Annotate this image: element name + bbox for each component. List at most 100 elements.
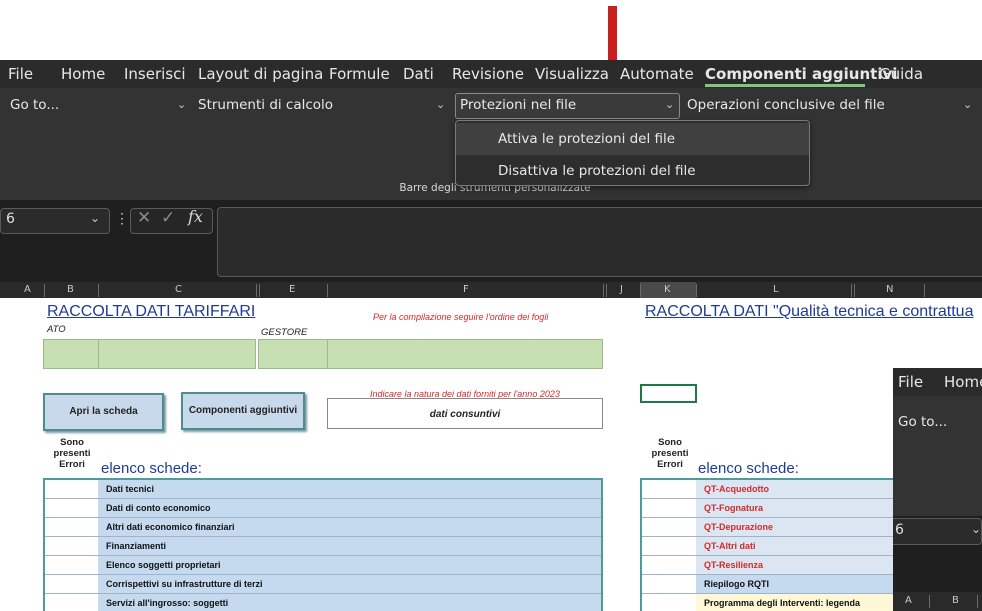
column-header-k[interactable]: K (664, 284, 671, 295)
selected-cell[interactable] (640, 384, 697, 403)
list-item-right[interactable]: Programma degli Interventi: legenda (696, 594, 893, 611)
column-separator[interactable] (696, 284, 697, 297)
error-cell[interactable] (45, 480, 98, 499)
error-cell[interactable] (642, 499, 696, 518)
dropdown-operazioni-conclusive[interactable]: Operazioni conclusive del file (687, 94, 885, 118)
error-cell[interactable] (45, 518, 98, 537)
menu-home[interactable]: Home (61, 65, 105, 83)
label-gestore: GESTORE (261, 327, 308, 338)
menu-componenti-aggiuntivi[interactable]: Componenti aggiuntivi (705, 65, 897, 83)
error-cell[interactable] (45, 556, 98, 575)
chevron-down-icon[interactable]: ⌄ (665, 94, 674, 116)
list-item-soggetti-proprietari[interactable]: Elenco soggetti proprietari (98, 556, 601, 575)
column-separator[interactable] (606, 284, 607, 297)
list-item-right[interactable]: QT-Depurazione (696, 518, 893, 537)
chevron-down-icon[interactable]: ⌄ (436, 94, 445, 116)
note-ordine-fogli: Per la compilazione seguire l'ordine dei… (373, 312, 549, 322)
chevron-down-icon[interactable]: ⌄ (177, 94, 186, 116)
column-separator[interactable] (256, 284, 257, 297)
column-separator[interactable] (977, 595, 978, 608)
error-cell[interactable] (45, 575, 98, 594)
menu-formule[interactable]: Formule (329, 65, 390, 83)
menu-automate[interactable]: Automate (620, 65, 694, 83)
menu-file[interactable]: File (8, 65, 33, 83)
dropdown-protezioni[interactable]: Protezioni nel file (460, 94, 576, 118)
componenti-aggiuntivi-button[interactable]: Componenti aggiuntivi (181, 392, 305, 430)
gestore-cell-f[interactable] (327, 339, 603, 369)
menu-layout[interactable]: Layout di pagina (198, 65, 323, 83)
column-header-a[interactable]: A (24, 284, 31, 295)
list-item-right[interactable]: QT-Fognatura (696, 499, 893, 518)
error-cell[interactable] (642, 518, 696, 537)
dropdown-strumenti-calcolo[interactable]: Strumenti di calcolo (198, 94, 333, 118)
column-separator[interactable] (640, 284, 641, 297)
column-header-c[interactable]: C (175, 284, 182, 295)
column-separator[interactable] (851, 284, 852, 297)
active-tab-underline (705, 84, 865, 87)
mini-menu-file[interactable]: File (898, 373, 923, 391)
ato-cell-c[interactable] (98, 339, 256, 369)
menu-option-attiva-protezioni[interactable]: Attiva le protezioni del file (456, 123, 809, 155)
column-separator[interactable] (924, 284, 925, 297)
list-item-conto-economico[interactable]: Dati di conto economico (98, 499, 601, 518)
elenco-schede-label: elenco schede: (101, 460, 202, 477)
column-header-j[interactable]: J (620, 284, 623, 295)
column-separator[interactable] (854, 284, 855, 297)
dropdown-goto[interactable]: Go to... (10, 94, 59, 118)
menu-visualizza[interactable]: Visualizza (535, 65, 609, 83)
column-separator[interactable] (327, 284, 328, 297)
error-cell[interactable] (642, 537, 696, 556)
apri-scheda-button[interactable]: Apri la scheda (43, 393, 164, 431)
list-item-servizi-ingrosso[interactable]: Servizi all'ingrosso: soggetti (98, 594, 601, 611)
natura-dati-cell[interactable]: dati consuntivi (327, 398, 603, 429)
menu-guida[interactable]: Guida (879, 65, 923, 83)
column-header-bar (0, 282, 982, 298)
error-cell[interactable] (642, 594, 696, 611)
chevron-down-icon[interactable]: ⌄ (971, 522, 981, 536)
check-icon[interactable]: ✓ (161, 208, 175, 228)
error-cell[interactable] (642, 575, 696, 594)
ato-cell-b[interactable] (43, 339, 99, 369)
mini-menu-home[interactable]: Home (944, 373, 982, 391)
chevron-down-icon[interactable]: ⌄ (963, 94, 972, 116)
error-cell[interactable] (45, 594, 98, 611)
name-box-value: 6 (6, 211, 15, 227)
sono-presenti-errori-label: Sono presenti Errori (651, 437, 689, 470)
menu-revisione[interactable]: Revisione (452, 65, 524, 83)
column-header-n[interactable]: N (886, 284, 893, 295)
cancel-icon[interactable]: ✕ (137, 208, 151, 228)
error-cell[interactable] (45, 499, 98, 518)
mini-column-a[interactable]: A (905, 595, 912, 606)
column-header-f[interactable]: F (463, 284, 469, 295)
more-options-icon[interactable]: ⋮ (115, 210, 129, 227)
list-item-finanziamenti[interactable]: Finanziamenti (98, 537, 601, 556)
mini-column-b[interactable]: B (952, 595, 959, 606)
menu-dati[interactable]: Dati (403, 65, 434, 83)
column-separator[interactable] (929, 595, 930, 608)
list-item-altri-dati-economico[interactable]: Altri dati economico finanziari (98, 518, 601, 537)
column-separator[interactable] (98, 284, 99, 297)
error-cell[interactable] (45, 537, 98, 556)
column-header-l[interactable]: L (773, 284, 779, 295)
menu-option-disattiva-protezioni[interactable]: Disattiva le protezioni del file (456, 155, 809, 187)
chevron-down-icon[interactable]: ⌄ (90, 211, 100, 225)
list-item-right[interactable]: QT-Resilienza (696, 556, 893, 575)
column-separator[interactable] (259, 284, 260, 297)
error-cell[interactable] (642, 480, 696, 499)
list-item-dati-tecnici[interactable]: Dati tecnici (98, 480, 601, 499)
fx-icon[interactable]: fx (188, 207, 203, 226)
column-header-b[interactable]: B (67, 284, 74, 295)
column-separator[interactable] (603, 284, 604, 297)
mini-dropdown-goto[interactable]: Go to... (898, 414, 947, 430)
list-item-right[interactable]: QT-Altri dati (696, 537, 893, 556)
error-cell[interactable] (642, 556, 696, 575)
list-item-corrispettivi[interactable]: Corrispettivi su infrastrutture di terzi (98, 575, 601, 594)
menu-inserisci[interactable]: Inserisci (124, 65, 186, 83)
column-separator[interactable] (44, 284, 45, 297)
gestore-cell-e[interactable] (258, 339, 328, 369)
elenco-schede-label: elenco schede: (698, 460, 799, 477)
column-header-e[interactable]: E (289, 284, 295, 295)
formula-input[interactable] (217, 207, 982, 277)
list-item-right[interactable]: QT-Acquedotto (696, 480, 893, 499)
list-item-right[interactable]: Riepilogo RQTI (696, 575, 893, 594)
